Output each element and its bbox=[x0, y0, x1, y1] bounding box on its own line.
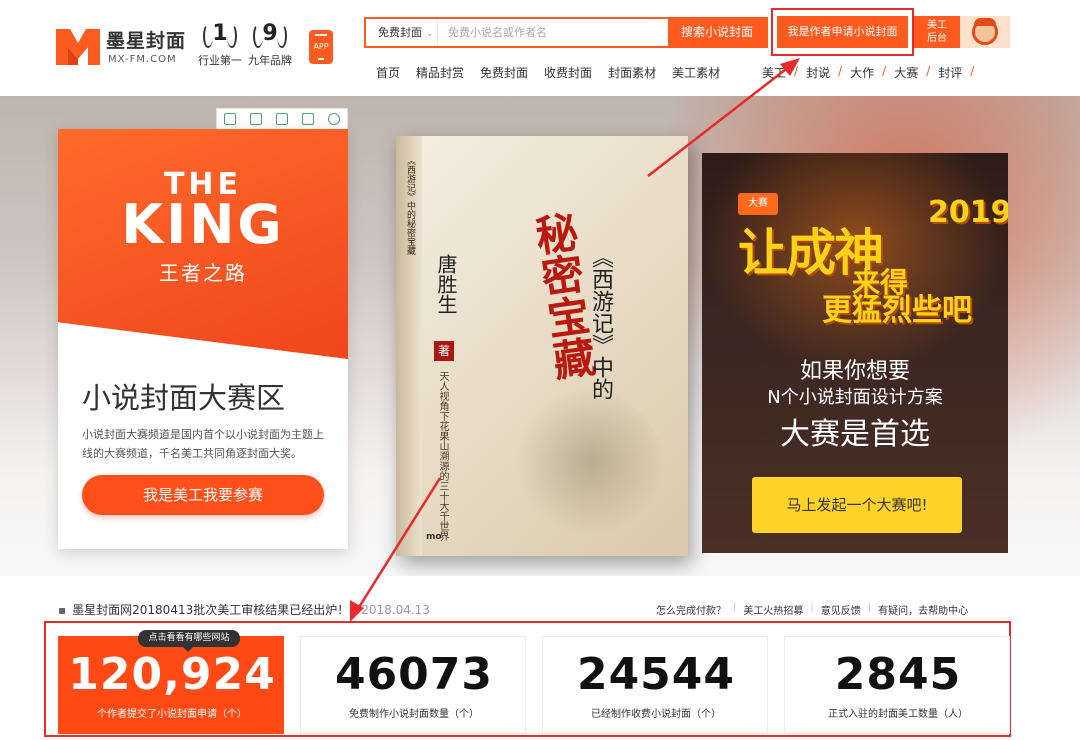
contest-banner: THE KING 王者之路 bbox=[58, 129, 348, 359]
launch-contest-panel: 大赛 让成神 2019 来得 更猛烈些吧 如果你想要 N个小说封面设计方案 大赛… bbox=[702, 153, 1008, 553]
join-contest-button[interactable]: 我是美工我要参赛 bbox=[82, 475, 324, 515]
quick-link-payment[interactable]: 怎么完成付款？ bbox=[656, 602, 726, 617]
notice-date: 2018.04.13 bbox=[361, 603, 430, 617]
link-separator: | bbox=[733, 602, 737, 613]
notice-text: 墨星封面网20180413批次美工审核结果已经出炉！ bbox=[72, 603, 350, 617]
book-author: 唐胜生 bbox=[434, 254, 458, 314]
stat-label: 免费制作小说封面数量（个） bbox=[349, 709, 479, 720]
badge-nine-years: 9 九年品牌 bbox=[240, 22, 300, 68]
contest-tag: 大赛 bbox=[738, 193, 778, 215]
contest-title: 小说封面大赛区 bbox=[82, 381, 286, 415]
stat-card-applications[interactable]: 120,924 个作者提交了小说封面申请（个） bbox=[58, 636, 284, 734]
contest-description: 小说封面大赛频道是国内首个以小说封面为主题上线的大赛频道，千名美工共同角逐封面大… bbox=[82, 428, 324, 460]
book-publisher: mo bbox=[426, 532, 442, 542]
notice-bar[interactable]: ▪ 墨星封面网20180413批次美工审核结果已经出炉！ 2018.04.13 bbox=[58, 601, 430, 618]
main-nav: 首页 精品封赏 免费封面 收费封面 封面素材 美工素材 bbox=[376, 64, 736, 81]
admin-label-line2: 后台 bbox=[927, 33, 947, 44]
designer-admin-button[interactable]: 美工 后台 bbox=[914, 16, 960, 48]
nav-item-review[interactable]: 封评 bbox=[938, 64, 962, 81]
panel-line-3: 大赛是首选 bbox=[780, 417, 930, 452]
stat-label: 正式入驻的封面美工数量（人） bbox=[828, 709, 968, 720]
stat-card-free-covers[interactable]: 46073 免费制作小说封面数量（个） bbox=[300, 636, 526, 734]
expand-icon[interactable] bbox=[250, 113, 262, 125]
stat-card-designers[interactable]: 2845 正式入驻的封面美工数量（人） bbox=[784, 636, 1010, 734]
book-side-text: 《西游记》中的秘密宝藏 bbox=[405, 156, 415, 255]
stat-value: 2845 bbox=[834, 649, 962, 700]
quick-link-recruit[interactable]: 美工火热招募 bbox=[743, 602, 803, 617]
badge-text: 九年品牌 bbox=[248, 54, 292, 67]
logo-url: MX-FM.COM bbox=[108, 54, 177, 65]
stats-tooltip: 点击看看有哪些网站 bbox=[138, 630, 240, 652]
panel-line-1: 如果你想要 bbox=[799, 359, 910, 384]
quick-link-feedback[interactable]: 意见反馈 bbox=[821, 602, 861, 617]
nav-item-free[interactable]: 免费封面 bbox=[480, 64, 528, 81]
featured-book-cover[interactable]: 《西游记》中的秘密宝藏 秘密宝藏 《西游记》中的 唐胜生 著 天人视角下花果山溯… bbox=[396, 136, 688, 556]
site-header: 墨星封面 MX-FM.COM 1 行业第一 9 九年品牌 APP 免费封面⌄ 搜… bbox=[0, 0, 1080, 96]
avatar-hair bbox=[974, 18, 996, 26]
banner-king: KING bbox=[121, 193, 285, 256]
search-bar: 免费封面 ⌄ 搜索小说封面 bbox=[364, 17, 768, 48]
nav-item-paid[interactable]: 收费封面 bbox=[544, 64, 592, 81]
book-title: 《西游记》中的 bbox=[588, 246, 613, 400]
image-toolbar bbox=[216, 108, 348, 130]
admin-label-line1: 美工 bbox=[927, 20, 947, 31]
stat-value: 24544 bbox=[576, 649, 736, 700]
nav-item-designer-materials[interactable]: 美工素材 bbox=[672, 64, 720, 81]
secondary-nav: 美工 / 封说 / 大作 / 大赛 / 封评 / bbox=[762, 64, 982, 81]
slogan-more: 更猛烈些吧 bbox=[822, 293, 972, 328]
badge-number: 1 bbox=[201, 22, 239, 48]
banner-subtitle: 王者之路 bbox=[159, 261, 247, 285]
link-separator: | bbox=[867, 602, 872, 613]
nav-separator: / bbox=[794, 64, 799, 78]
gear-icon[interactable] bbox=[328, 113, 340, 125]
stat-value: 46073 bbox=[334, 649, 494, 700]
nav-separator: / bbox=[882, 64, 887, 78]
stat-value: 120,924 bbox=[68, 649, 276, 700]
nav-separator: / bbox=[838, 64, 843, 78]
launch-contest-button[interactable]: 马上发起一个大赛吧! bbox=[752, 477, 962, 533]
avatar[interactable] bbox=[960, 16, 1010, 48]
nav-item-premium[interactable]: 精品封赏 bbox=[416, 64, 464, 81]
nav-item-works[interactable]: 大作 bbox=[850, 64, 874, 81]
stat-label: 个作者提交了小说封面申请（个） bbox=[97, 709, 247, 720]
nav-separator: / bbox=[970, 64, 975, 78]
search-button[interactable]: 搜索小说封面 bbox=[668, 19, 766, 46]
chevron-down-icon: ⌄ bbox=[426, 29, 434, 39]
quick-link-help[interactable]: 有疑问，去帮助中心 bbox=[878, 602, 968, 617]
logo-mark-icon bbox=[56, 29, 100, 65]
nav-item-materials[interactable]: 封面素材 bbox=[608, 64, 656, 81]
slogan-year: 2019 bbox=[928, 195, 1008, 230]
contest-panel: THE KING 王者之路 小说封面大赛区 小说封面大赛频道是国内首个以小说封面… bbox=[58, 129, 348, 549]
apply-cover-button[interactable]: 我是作者申请小说封面 bbox=[777, 16, 908, 48]
nav-item-home[interactable]: 首页 bbox=[376, 64, 400, 81]
badge-number: 9 bbox=[251, 22, 289, 48]
search-type-select[interactable]: 免费封面 ⌄ bbox=[366, 19, 438, 46]
share-icon[interactable] bbox=[302, 113, 314, 125]
nav-item-contest[interactable]: 大赛 bbox=[894, 64, 918, 81]
apply-highlight-box: 我是作者申请小说封面 bbox=[771, 8, 914, 56]
bullet-icon: ▪ bbox=[58, 603, 67, 617]
panel-line-2: N个小说封面设计方案 bbox=[767, 387, 943, 408]
book-illustration bbox=[516, 386, 666, 536]
site-logo[interactable]: 墨星封面 MX-FM.COM bbox=[56, 22, 185, 72]
search-input[interactable] bbox=[438, 19, 668, 46]
link-separator: | bbox=[810, 602, 814, 613]
nav-item-talk[interactable]: 封说 bbox=[806, 64, 830, 81]
nav-separator: / bbox=[926, 64, 931, 78]
stat-card-paid-covers[interactable]: 24544 已经制作收费小说封面（个） bbox=[542, 636, 768, 734]
stat-label: 已经制作收费小说封面（个） bbox=[591, 709, 721, 720]
book-seal: 著 bbox=[434, 341, 454, 361]
copy-icon[interactable] bbox=[224, 113, 236, 125]
nav-item-designer[interactable]: 美工 bbox=[762, 64, 786, 81]
logo-name: 墨星封面 bbox=[106, 30, 187, 52]
book-small-text: 天人视角下花果山溯源的三十大千世界 bbox=[437, 371, 448, 541]
search-type-label: 免费封面 bbox=[378, 26, 422, 39]
app-phone-icon[interactable]: APP bbox=[309, 30, 333, 64]
quick-links: 怎么完成付款？ | 美工火热招募 | 意见反馈 | 有疑问，去帮助中心 bbox=[656, 602, 975, 617]
hero-banner: THE KING 王者之路 小说封面大赛区 小说封面大赛频道是国内首个以小说封面… bbox=[0, 96, 1080, 576]
save-icon[interactable] bbox=[276, 113, 288, 125]
